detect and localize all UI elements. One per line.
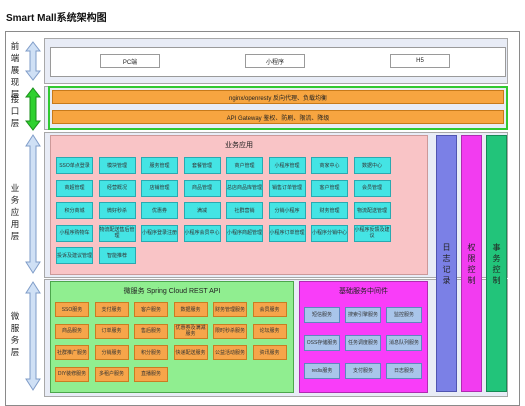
business-app-item: 数据中心 xyxy=(353,157,391,174)
micro-service-item: 订单服务 xyxy=(94,323,129,339)
business-app-item: 物流配送售后管理 xyxy=(98,224,136,242)
base-service-item: 日志服务 xyxy=(386,363,422,379)
micro-service-item: 公益活动服务 xyxy=(213,345,247,360)
business-app-item: 小程序会员中心 xyxy=(183,224,221,242)
micro-service-item: SSO服务 xyxy=(55,302,89,317)
interface-double-arrow xyxy=(25,87,41,131)
business-app-item: 优惠券 xyxy=(141,202,178,219)
base-service-item: 短信服务 xyxy=(304,307,340,323)
micro-double-arrow xyxy=(25,281,41,391)
micro-service-item: 多租户服务 xyxy=(94,366,129,382)
micro-panel-title: 微服务 Spring Cloud REST API xyxy=(123,288,221,295)
base-service-item: 监控服务 xyxy=(386,307,422,323)
business-app-item: 商户管理 xyxy=(226,157,263,174)
base-service-item: 消息队列服务 xyxy=(386,335,422,351)
frontend-item-miniprogram: 小程序 xyxy=(245,54,305,68)
micro-layer-text: 微服务层 xyxy=(10,311,20,357)
micro-service-item: 社群推广服务 xyxy=(55,345,89,360)
micro-service-item: 限时秒杀服务 xyxy=(213,323,247,339)
micro-service-item: 商品服务 xyxy=(55,323,89,339)
business-app-item: 客户管理 xyxy=(311,179,348,197)
micro-service-item: 论坛服务 xyxy=(252,323,287,339)
business-app-item: 店铺管理 xyxy=(141,179,178,197)
frontend-item-h5: H5 xyxy=(390,54,450,68)
interface-layer-text: 接口层 xyxy=(10,94,20,128)
micro-service-item: 售后服务 xyxy=(134,323,168,339)
business-double-arrow xyxy=(25,134,41,274)
sidebar-permission: 权限控制 xyxy=(461,135,482,392)
micro-service-item: 财务管理服务 xyxy=(213,302,247,317)
micro-service-item: 快递配送服务 xyxy=(173,345,208,360)
micro-service-item: 会员服务 xyxy=(252,302,287,317)
business-app-item: 小程序管理 xyxy=(268,157,306,174)
frontend-double-arrow xyxy=(25,41,41,81)
business-app-item: 商家中心 xyxy=(311,157,348,174)
base-service-item: OSS存储服务 xyxy=(304,335,340,351)
business-app-item: 小程序分销中心 xyxy=(311,224,348,242)
micro-service-item: 数据服务 xyxy=(173,302,208,317)
business-app-item: 财务管理 xyxy=(311,202,348,219)
micro-service-item: 直播服务 xyxy=(134,366,168,382)
business-app-item: 积分商城 xyxy=(56,202,93,219)
business-app-item: 社群营销 xyxy=(226,202,263,219)
frontend-layer-text: 前端展现层 xyxy=(10,41,20,99)
business-app-item: 小程序订单管理 xyxy=(268,224,306,242)
page-title: Smart Mall系统架构图 xyxy=(6,13,107,24)
frontend-item-pc: PC端 xyxy=(100,54,160,68)
business-app-item: 服务管理 xyxy=(141,157,178,174)
api-gateway-bar: API Gateway 鉴权、防刷、限流、降级 xyxy=(52,110,504,124)
business-app-item: 模块管理 xyxy=(98,157,136,174)
business-layer-label: 业务应用层 xyxy=(10,182,20,242)
business-app-item: SSO单点登录 xyxy=(56,157,93,174)
business-app-item: 微好秒杀 xyxy=(98,202,136,219)
business-app-item: 经营概况 xyxy=(98,179,136,197)
micro-service-item: 优惠券及满减服务 xyxy=(173,323,208,339)
micro-service-item: 客户服务 xyxy=(134,302,168,317)
nginx-bar: nginx/openresty 反向代理、负载均衡 xyxy=(52,90,504,104)
business-app-item: 小程序反馈及建议 xyxy=(353,224,391,242)
micro-service-item: 分销服务 xyxy=(94,345,129,360)
interface-layer-label: 接口层 xyxy=(10,93,20,129)
business-app-item: 会员管理 xyxy=(353,179,391,197)
business-app-item: 分销小程序 xyxy=(268,202,306,219)
micro-service-item: DIY装修服务 xyxy=(55,366,89,382)
base-service-item: 支付服务 xyxy=(345,363,381,379)
base-service-item: 搜索引擎服务 xyxy=(345,307,381,323)
business-app-item: 满减 xyxy=(183,202,221,219)
base-panel-title: 基础服务中间件 xyxy=(339,288,388,295)
business-app-item: 小程序购物车 xyxy=(56,224,93,242)
sidebar-permission-label: 权限控制 xyxy=(467,242,476,285)
business-app-item: 商超管理 xyxy=(56,179,93,197)
business-app-item: 小程序登录注册 xyxy=(141,224,178,242)
base-service-item: redis服务 xyxy=(304,363,340,379)
business-app-item: 套餐管理 xyxy=(183,157,221,174)
sidebar-log: 日志记录 xyxy=(436,135,457,392)
micro-service-item: 支付服务 xyxy=(94,302,129,317)
frontend-layer-label: 前端展现层 xyxy=(10,40,20,100)
micro-layer-label: 微服务层 xyxy=(10,310,20,358)
business-app-item: 商品管理 xyxy=(183,179,221,197)
business-app-item: 销售订单管理 xyxy=(268,179,306,197)
micro-service-item: 资讯服务 xyxy=(252,345,287,360)
business-app-item: 投诉及建议管理 xyxy=(56,247,93,264)
business-app-item: 物流配送管理 xyxy=(353,202,391,219)
business-layer-text: 业务应用层 xyxy=(10,183,20,241)
sidebar-log-label: 日志记录 xyxy=(442,242,451,285)
business-panel-title: 业务应用 xyxy=(225,142,253,149)
business-app-item: 小程序商超管理 xyxy=(226,224,263,242)
sidebar-transaction: 事务控制 xyxy=(486,135,507,392)
base-service-item: 任务调度服务 xyxy=(345,335,381,351)
sidebar-transaction-label: 事务控制 xyxy=(492,242,501,285)
business-app-item: 智能推荐 xyxy=(98,247,136,264)
business-app-item: 总店商品库管理 xyxy=(226,179,263,197)
micro-service-item: 积分服务 xyxy=(134,345,168,360)
